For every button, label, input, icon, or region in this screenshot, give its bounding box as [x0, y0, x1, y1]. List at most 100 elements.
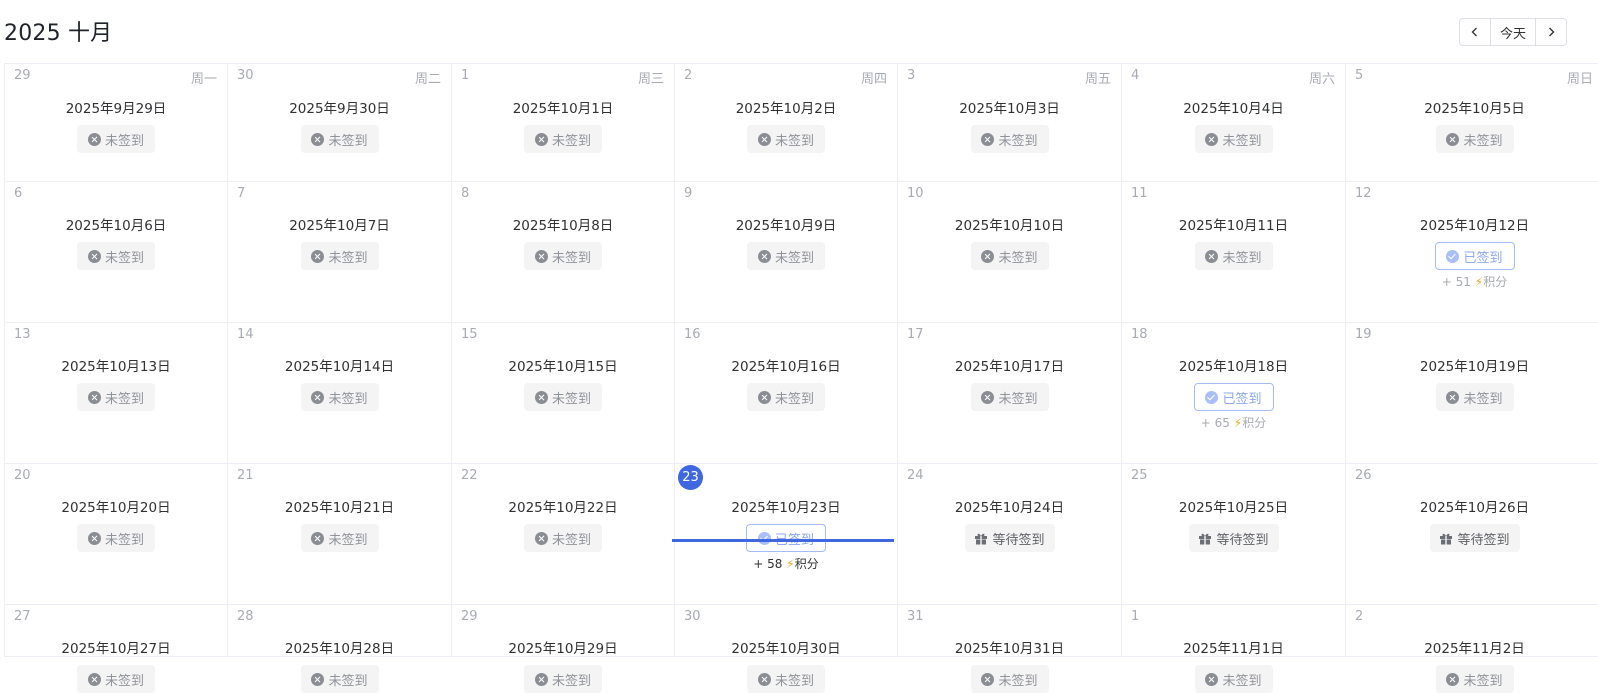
date-label: 2025年10月5日 — [1424, 101, 1525, 117]
date-label: 2025年10月27日 — [61, 641, 171, 657]
status-badge-waiting[interactable]: 等待签到 — [1429, 524, 1520, 552]
status-badge-waiting[interactable]: 等待签到 — [1188, 524, 1279, 552]
status-badge-missed: 未签到 — [747, 242, 825, 270]
day-cell[interactable]: 15 2025年10月15日 未签到 — [452, 323, 675, 464]
close-circle-icon — [534, 132, 548, 146]
day-cell[interactable]: 9 2025年10月9日 未签到 — [675, 182, 898, 323]
gift-icon — [1440, 533, 1453, 544]
day-cell[interactable]: 10 2025年10月10日 未签到 — [898, 182, 1122, 323]
gift-icon — [1199, 533, 1212, 544]
date-label: 2025年10月24日 — [954, 500, 1065, 516]
day-number: 25 — [1131, 468, 1148, 483]
date-label: 2025年10月19日 — [1419, 359, 1530, 375]
close-circle-icon — [1205, 249, 1219, 263]
status-text: 已签到 — [775, 529, 814, 548]
date-label: 2025年10月7日 — [289, 218, 390, 234]
weekday-label: 周日 — [1566, 72, 1593, 87]
weekday-label: 周四 — [860, 72, 887, 87]
day-cell[interactable]: 25 2025年10月25日等待签到 — [1122, 464, 1346, 605]
day-number: 18 — [1131, 327, 1148, 342]
day-cell[interactable]: 22 2025年10月22日 未签到 — [452, 464, 675, 605]
day-cell[interactable]: 20 2025年10月20日 未签到 — [4, 464, 228, 605]
status-badge-missed: 未签到 — [300, 242, 379, 270]
points-suffix: 积分 — [794, 557, 819, 571]
day-cell[interactable]: 29 周一 2025年9月29日 未签到 — [4, 63, 228, 182]
day-cell[interactable]: 12 2025年10月12日 已签到 + 51 ⚡积分 — [1346, 182, 1598, 323]
day-cell[interactable]: 8 2025年10月8日 未签到 — [452, 182, 675, 323]
date-label: 2025年10月2日 — [735, 101, 837, 117]
date-label: 2025年10月11日 — [1178, 218, 1289, 234]
day-cell[interactable]: 1 周三 2025年10月1日 未签到 — [452, 63, 675, 182]
day-cell[interactable]: 26 2025年10月26日 等待签到 — [1346, 464, 1598, 605]
check-circle-icon — [757, 531, 771, 545]
day-cell[interactable]: 28 2025年10月28日 未签到 — [228, 605, 452, 693]
close-circle-icon — [1446, 672, 1460, 686]
status-text: 未签到 — [1463, 133, 1503, 149]
day-number: 2 — [684, 68, 693, 83]
month-nav: 今天 — [1459, 18, 1567, 46]
status-text: 未签到 — [328, 133, 368, 149]
next-month-button[interactable] — [1536, 19, 1566, 45]
prev-month-button[interactable] — [1460, 19, 1490, 45]
day-cell[interactable]: 31 2025年10月31日 未签到 — [898, 605, 1122, 693]
date-label: 2025年10月25日 — [1178, 500, 1289, 516]
day-cell[interactable]: 4 周六 2025年10月4日 未签到 — [1122, 63, 1346, 182]
date-label: 2025年10月9日 — [735, 218, 837, 234]
today-button[interactable]: 今天 — [1490, 19, 1536, 45]
day-cell[interactable]: 24 2025年10月24日 等待签到 — [898, 464, 1122, 605]
day-cell[interactable]: 21 2025年10月21日 未签到 — [228, 464, 452, 605]
status-text: 未签到 — [328, 250, 368, 266]
day-number: 12 — [1355, 186, 1372, 201]
day-cell[interactable]: 2 2025年11月2日 未签到 — [1346, 605, 1598, 693]
day-cell[interactable]: 2 周四 2025年10月2日 未签到 — [675, 63, 898, 182]
day-cell[interactable]: 14 2025年10月14日 未签到 — [228, 323, 452, 464]
weekday-label: 周五 — [1084, 72, 1111, 87]
status-badge-missed: 未签到 — [77, 665, 155, 693]
day-cell[interactable]: 11 2025年10月11日 未签到 — [1122, 182, 1346, 323]
day-cell[interactable]: 1 2025年11月1日 未签到 — [1122, 605, 1346, 693]
status-text: 未签到 — [104, 532, 144, 548]
day-cell[interactable]: 27 2025年10月27日 未签到 — [4, 605, 228, 693]
day-cell[interactable]: 30 2025年10月30日 未签到 — [675, 605, 898, 693]
chevron-right-icon — [1549, 27, 1555, 37]
date-label: 2025年10月8日 — [512, 218, 614, 234]
day-cell[interactable]: 29 2025年10月29日 未签到 — [452, 605, 675, 693]
status-badge-missed: 未签到 — [747, 665, 825, 693]
status-badge-missed: 未签到 — [1194, 125, 1273, 153]
status-badge-missed: 未签到 — [300, 524, 379, 552]
close-circle-icon — [311, 531, 325, 545]
day-number: 4 — [1131, 68, 1140, 83]
day-cell[interactable]: 18 2025年10月18日 已签到 + 65 ⚡积分 — [1122, 323, 1346, 464]
status-badge-missed: 未签到 — [524, 524, 602, 552]
day-cell[interactable]: 16 2025年10月16日 未签到 — [675, 323, 898, 464]
chevron-left-icon — [1471, 27, 1477, 37]
status-badge-missed: 未签到 — [77, 524, 155, 552]
points-value: + 51 — [1441, 275, 1475, 289]
status-badge-missed: 未签到 — [1435, 665, 1514, 693]
day-cell[interactable]: 5 周日 2025年10月5日 未签到 — [1346, 63, 1598, 182]
day-cell[interactable]: 3 周五 2025年10月3日 未签到 — [898, 63, 1122, 182]
day-cell[interactable]: 6 2025年10月6日 未签到 — [4, 182, 228, 323]
points-earned: + 58 ⚡积分 — [675, 555, 897, 572]
day-cell[interactable]: 13 2025年10月13日 未签到 — [4, 323, 228, 464]
date-label: 2025年10月26日 — [1419, 500, 1530, 516]
date-label: 2025年10月13日 — [61, 359, 171, 375]
day-number: 17 — [907, 327, 924, 342]
date-label: 2025年11月1日 — [1183, 641, 1284, 657]
day-cell[interactable]: 17 2025年10月17日 未签到 — [898, 323, 1122, 464]
today-indicator-bar — [672, 539, 894, 542]
close-circle-icon — [1446, 132, 1460, 146]
close-circle-icon — [311, 249, 325, 263]
status-badge-waiting[interactable]: 等待签到 — [964, 524, 1055, 552]
day-cell[interactable]: 19 2025年10月19日 未签到 — [1346, 323, 1598, 464]
status-badge-signed: 已签到 — [1193, 383, 1274, 411]
day-cell[interactable]: 30 周二 2025年9月30日 未签到 — [228, 63, 452, 182]
day-number: 8 — [461, 186, 470, 201]
status-text: 未签到 — [104, 673, 144, 689]
day-cell[interactable]: 23 2025年10月23日已签到 + 58 ⚡积分 — [675, 464, 898, 605]
day-number: 30 — [684, 609, 701, 624]
status-text: 未签到 — [551, 673, 591, 689]
day-cell[interactable]: 7 2025年10月7日 未签到 — [228, 182, 452, 323]
date-label: 2025年10月22日 — [508, 500, 618, 516]
status-badge-missed: 未签到 — [970, 125, 1049, 153]
